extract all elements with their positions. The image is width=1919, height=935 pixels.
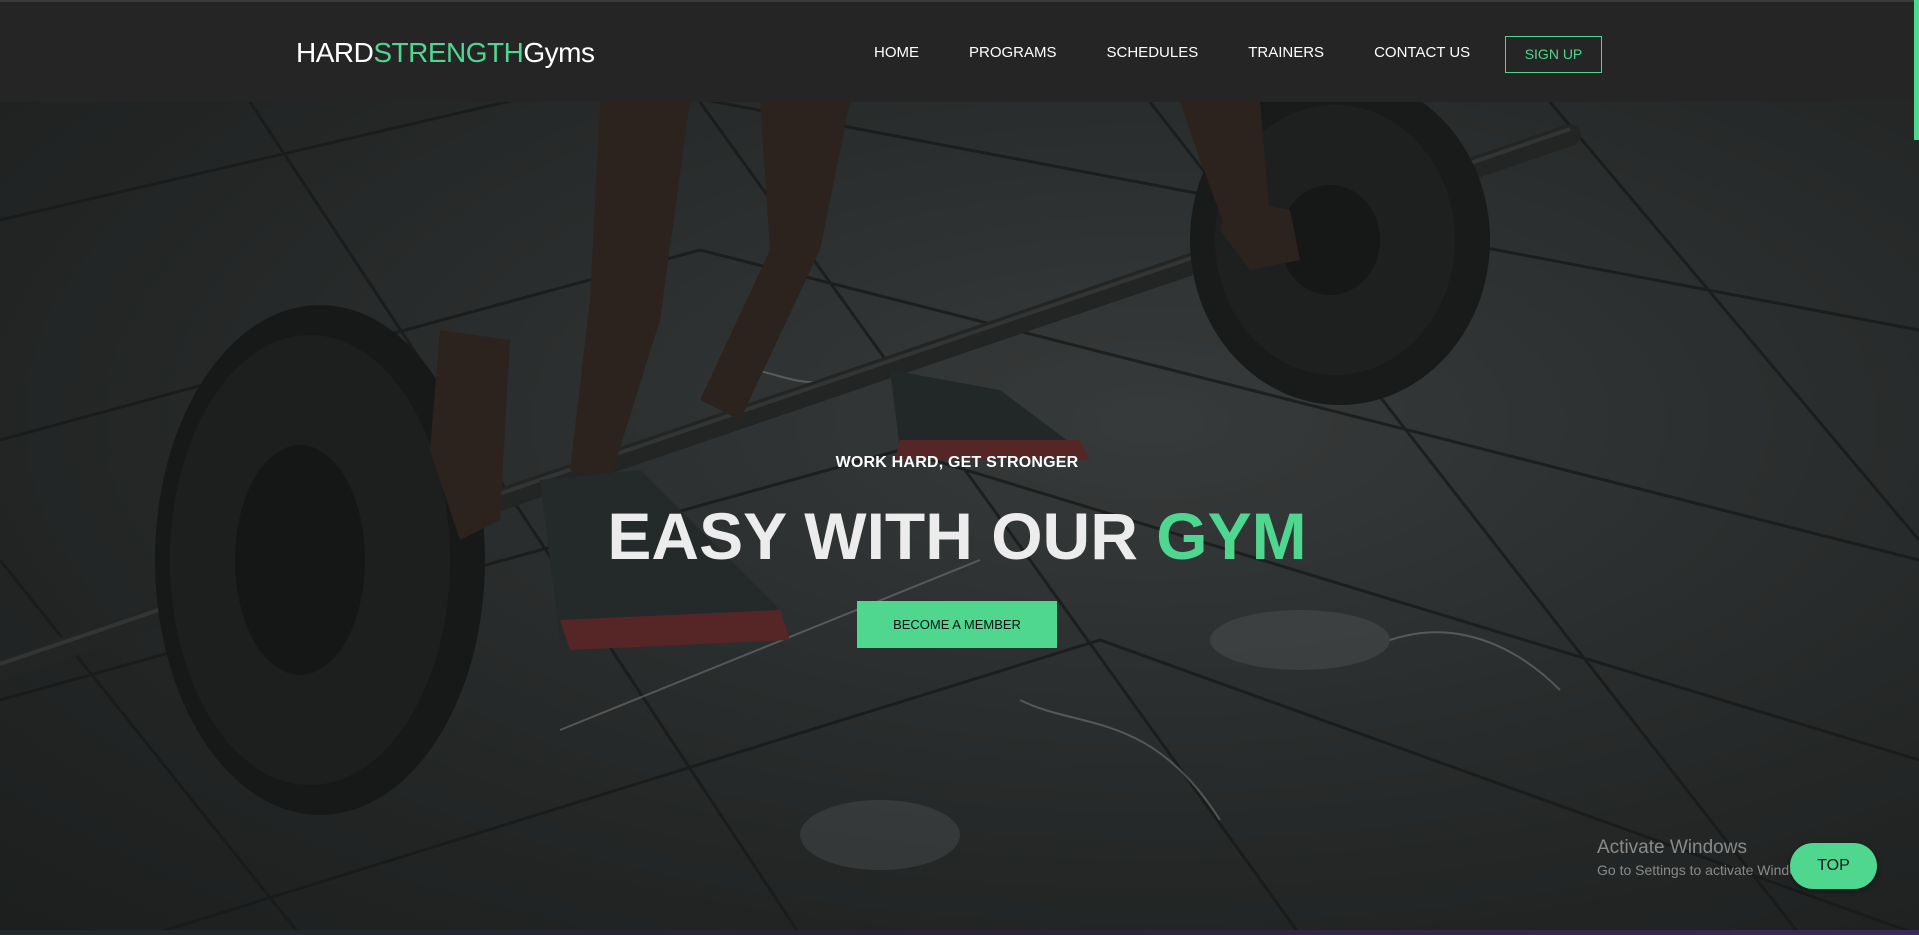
hero-tagline: WORK HARD, GET STRONGER bbox=[835, 454, 1079, 471]
nav-schedules-link[interactable]: SCHEDULES bbox=[1107, 44, 1199, 62]
become-member-button[interactable]: BECOME A MEMBER bbox=[857, 601, 1057, 648]
sign-up-button[interactable]: SIGN UP bbox=[1505, 36, 1602, 73]
logo-part-hard: HARD bbox=[296, 37, 374, 68]
headline-main-text: EASY WITH OUR bbox=[607, 499, 1157, 573]
site-logo[interactable]: HARDSTRENGTHGyms bbox=[296, 36, 595, 70]
logo-part-strength: STRENGTH bbox=[373, 37, 524, 68]
page-scrollbar[interactable] bbox=[1914, 0, 1919, 140]
activate-windows-watermark: Activate Windows Go to Settings to activ… bbox=[1597, 836, 1818, 880]
nav-programs-link[interactable]: PROGRAMS bbox=[969, 44, 1057, 62]
watermark-title: Activate Windows bbox=[1597, 837, 1747, 858]
main-nav: HOME PROGRAMS SCHEDULES TRAINERS CONTACT… bbox=[874, 44, 1470, 62]
logo-part-gyms: Gyms bbox=[523, 37, 595, 68]
hero-headline: EASY WITH OUR GYM bbox=[0, 498, 1914, 574]
nav-home-link[interactable]: HOME bbox=[874, 44, 919, 62]
site-header: HARDSTRENGTHGyms HOME PROGRAMS SCHEDULES… bbox=[0, 0, 1919, 102]
nav-contact-us-link[interactable]: CONTACT US bbox=[1374, 44, 1470, 62]
page: HARDSTRENGTHGyms HOME PROGRAMS SCHEDULES… bbox=[0, 0, 1919, 935]
watermark-subtitle: Go to Settings to activate Windows. bbox=[1597, 862, 1818, 878]
bottom-edge-bar bbox=[0, 930, 1919, 935]
nav-trainers-link[interactable]: TRAINERS bbox=[1248, 44, 1324, 62]
back-to-top-button[interactable]: TOP bbox=[1790, 843, 1877, 889]
headline-accent-text: GYM bbox=[1156, 499, 1307, 573]
